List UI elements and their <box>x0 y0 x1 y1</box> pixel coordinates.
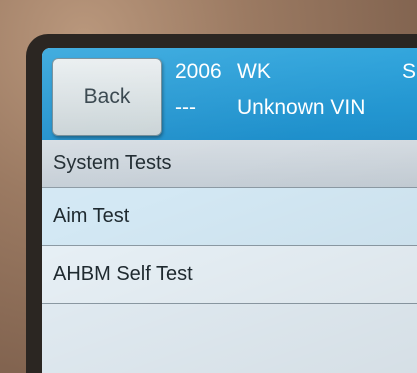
back-button[interactable]: Back <box>52 58 162 136</box>
menu-title-bar: System Tests <box>42 140 417 188</box>
vin-prefix: --- <box>175 96 196 119</box>
list-item-label: AHBM Self Test <box>53 263 193 285</box>
list-item-aim-test[interactable]: Aim Test <box>42 188 417 246</box>
list-empty-area <box>42 304 417 373</box>
device-screen: Back 2006 WK S --- Unknown VIN System Te… <box>42 48 417 373</box>
list-item-ahbm-self-test[interactable]: AHBM Self Test <box>42 246 417 304</box>
list-item-label: Aim Test <box>53 205 130 227</box>
vehicle-extra-text: S <box>402 60 417 83</box>
vehicle-header: Back 2006 WK S --- Unknown VIN <box>42 48 417 140</box>
vehicle-model: WK <box>237 60 271 83</box>
vin-label: Unknown VIN <box>237 96 366 119</box>
menu-title: System Tests <box>53 152 172 174</box>
vehicle-year: 2006 <box>175 60 222 83</box>
